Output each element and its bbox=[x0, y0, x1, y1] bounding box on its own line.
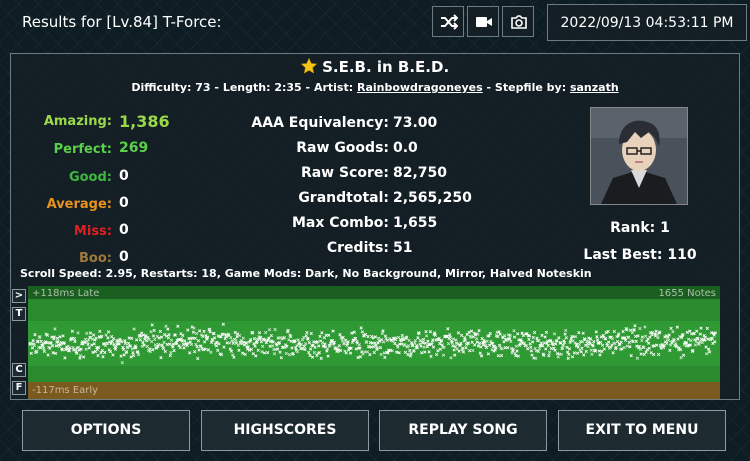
stat-value: 1,655 bbox=[393, 215, 438, 231]
judgement-value: 0 bbox=[119, 195, 129, 211]
player-avatar bbox=[590, 107, 688, 205]
screenshot-button[interactable] bbox=[502, 6, 534, 37]
graph-expand-button[interactable]: > bbox=[12, 289, 26, 303]
shuffle-button[interactable] bbox=[432, 6, 464, 37]
replay-song-button[interactable]: REPLAY SONG bbox=[379, 410, 547, 451]
date-time: 2022/09/13 04:53:11 PM bbox=[560, 15, 734, 31]
stepfile-author-link[interactable]: sanzath bbox=[570, 81, 619, 94]
video-camera-icon bbox=[476, 17, 492, 27]
stat-value: 2,565,250 bbox=[393, 190, 472, 206]
length-value: 2:35 bbox=[274, 81, 302, 94]
stat-label: Max Combo: bbox=[291, 215, 389, 231]
stat-value: 82,750 bbox=[393, 165, 448, 181]
difficulty-label: Difficulty: bbox=[131, 81, 192, 94]
judgement-label: Average: bbox=[46, 197, 112, 212]
graph-f-button[interactable]: F bbox=[12, 381, 26, 395]
timing-graph: +118ms Late 1655 Notes -117ms Early bbox=[28, 286, 720, 399]
judgement-label: Boo: bbox=[79, 251, 112, 266]
graph-t-button[interactable]: T bbox=[12, 307, 26, 321]
stat-value: 0.0 bbox=[393, 140, 418, 156]
camera-icon bbox=[511, 15, 527, 29]
stat-label: Credits: bbox=[326, 240, 389, 256]
graph-c-button[interactable]: C bbox=[12, 363, 26, 377]
judgement-value: 0 bbox=[119, 249, 129, 265]
rank-value: 1 bbox=[660, 220, 670, 236]
notes-count: 1655 Notes bbox=[658, 288, 716, 299]
stat-label: Raw Score: bbox=[300, 165, 389, 181]
game-mods-line: Scroll Speed: 2.95, Restarts: 18, Game M… bbox=[20, 267, 592, 280]
song-details: Difficulty: 73 - Length: 2:35 - Artist: … bbox=[131, 81, 619, 94]
exit-to-menu-button[interactable]: EXIT TO MENU bbox=[558, 410, 726, 451]
date-box: 2022/09/13 04:53:11 PM bbox=[547, 4, 747, 41]
difficulty-value: 73 bbox=[195, 81, 211, 94]
length-label: Length: bbox=[222, 81, 271, 94]
results-title: Results for [Lv.84] T-Force: bbox=[22, 13, 222, 31]
stat-value: 51 bbox=[393, 240, 413, 256]
last-best-label: Last Best: bbox=[583, 247, 663, 263]
stat-value: 73.00 bbox=[393, 115, 438, 131]
shuffle-icon bbox=[441, 14, 458, 30]
early-label: -117ms Early bbox=[32, 385, 99, 396]
artist-label: Artist: bbox=[313, 81, 354, 94]
star-icon bbox=[300, 57, 318, 74]
rank-row: Rank: 1 bbox=[565, 220, 715, 236]
record-video-button[interactable] bbox=[467, 6, 499, 37]
stat-label: Grandtotal: bbox=[298, 190, 389, 206]
stepfile-label: Stepfile by: bbox=[494, 81, 567, 94]
judgement-label: Miss: bbox=[73, 224, 112, 239]
stat-label: Raw Goods: bbox=[296, 140, 389, 156]
song-title-row: S.E.B. in B.E.D. bbox=[0, 57, 750, 76]
judgement-value: 0 bbox=[119, 222, 129, 238]
late-label: +118ms Late bbox=[32, 288, 100, 299]
last-best-value: 110 bbox=[667, 247, 697, 263]
judgement-label: Amazing: bbox=[43, 114, 112, 129]
options-button[interactable]: OPTIONS bbox=[22, 410, 190, 451]
highscores-button[interactable]: HIGHSCORES bbox=[201, 410, 369, 451]
artist-link[interactable]: Rainbowdragoneyes bbox=[357, 81, 483, 94]
last-best-row: Last Best: 110 bbox=[565, 247, 715, 263]
stat-label: AAA Equivalency: bbox=[251, 115, 389, 131]
song-title: S.E.B. in B.E.D. bbox=[322, 58, 450, 76]
rank-label: Rank: bbox=[610, 220, 656, 236]
judgement-label: Perfect: bbox=[53, 142, 112, 157]
judgement-label: Good: bbox=[68, 170, 112, 185]
judgement-value: 0 bbox=[119, 168, 129, 184]
